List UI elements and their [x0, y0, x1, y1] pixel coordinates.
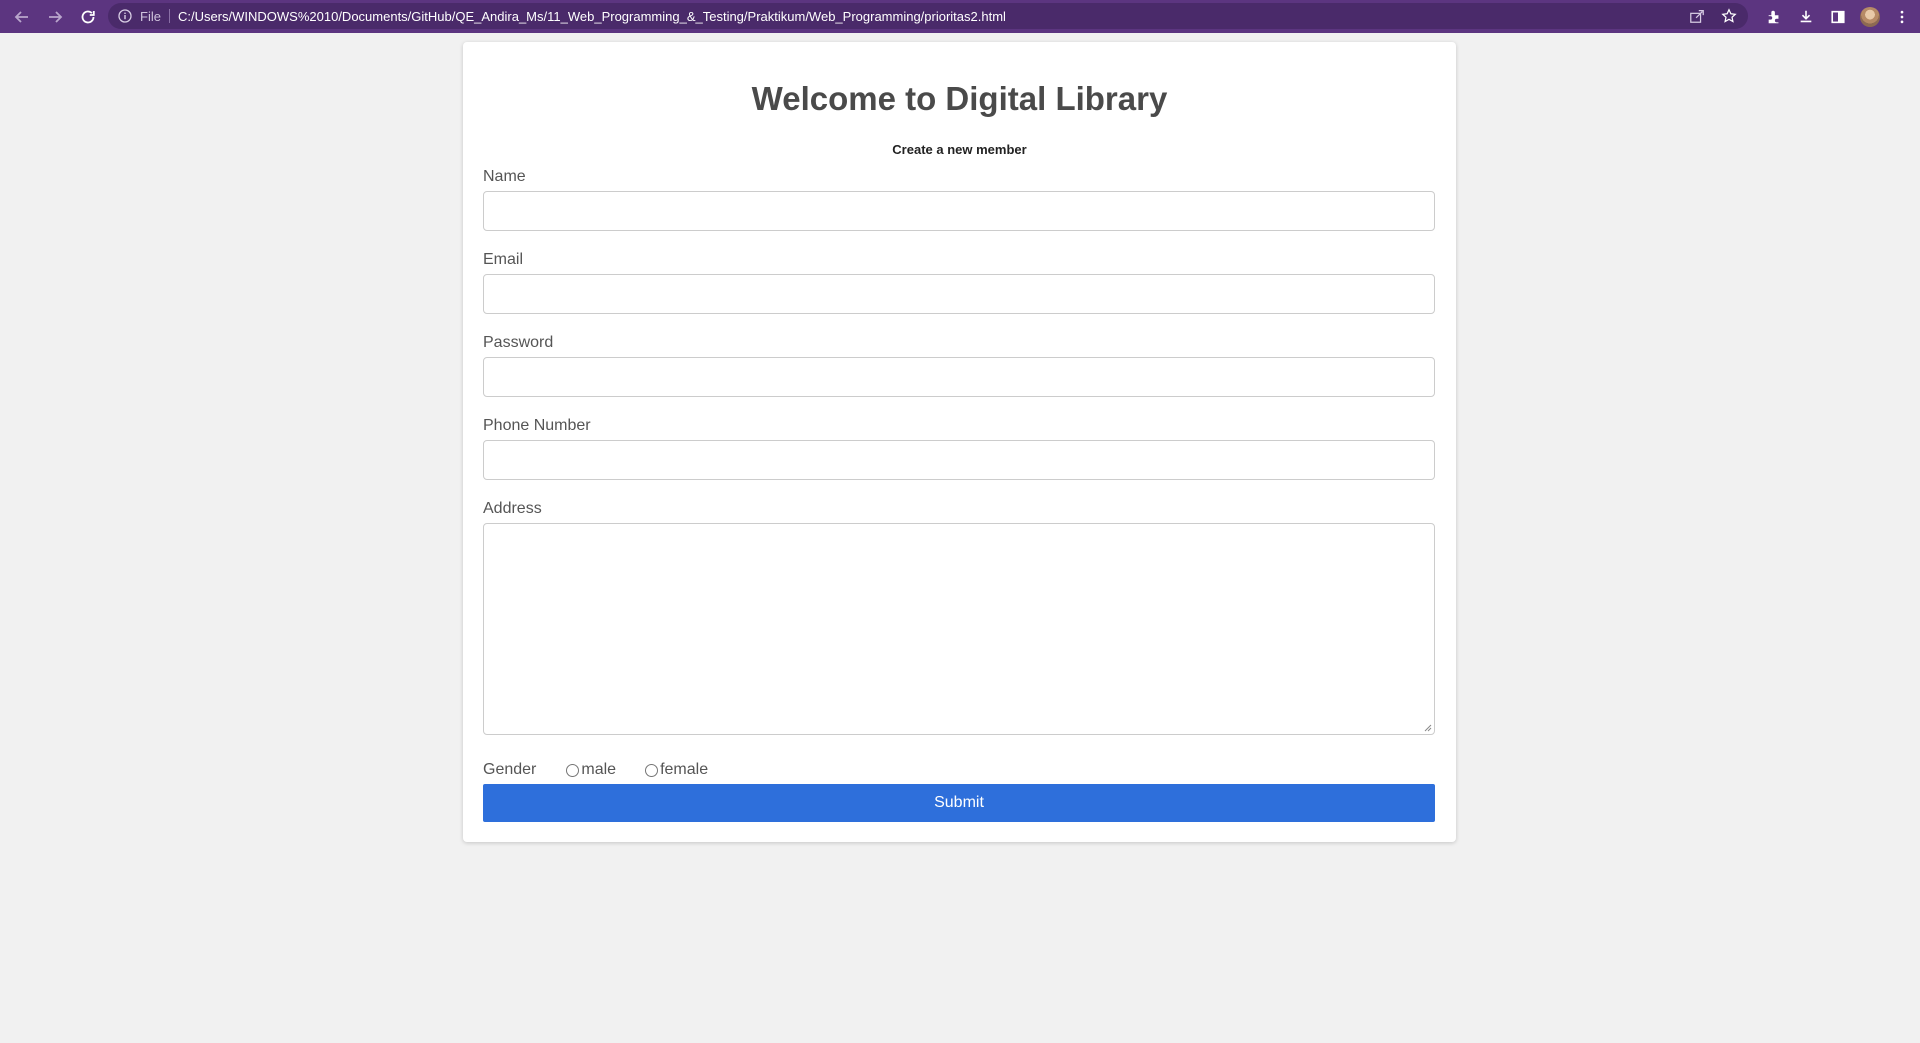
- gender-group: Gender male female: [483, 760, 708, 780]
- email-label: Email: [483, 251, 524, 268]
- gender-option-label: female: [660, 761, 709, 778]
- address-textarea[interactable]: [483, 523, 1435, 735]
- member-form-card: Welcome to Digital Library Create a new …: [463, 42, 1456, 842]
- name-input[interactable]: [483, 191, 1435, 231]
- password-input[interactable]: [483, 357, 1435, 397]
- extensions-icon[interactable]: [1764, 7, 1784, 27]
- password-label: Password: [483, 334, 554, 351]
- gender-option-female[interactable]: female: [645, 761, 708, 779]
- radio-male[interactable]: [566, 763, 580, 777]
- info-icon[interactable]: [118, 9, 132, 23]
- back-icon[interactable]: [10, 5, 34, 29]
- download-icon[interactable]: [1796, 7, 1816, 27]
- browser-toolbar: File C:/Users/WINDOWS%2010/Documents/Git…: [0, 0, 1920, 33]
- gender-option-label: male: [581, 761, 617, 778]
- address-label: Address: [483, 500, 542, 517]
- url-separator: [168, 9, 170, 23]
- phone-input[interactable]: [483, 440, 1435, 480]
- avatar[interactable]: [1860, 6, 1880, 27]
- resize-grip-icon[interactable]: [1424, 724, 1432, 732]
- side-panel-icon[interactable]: [1828, 7, 1848, 27]
- reload-icon[interactable]: [76, 5, 100, 29]
- page-title: Welcome to Digital Library: [751, 80, 1168, 117]
- name-label: Name: [483, 168, 526, 185]
- star-icon[interactable]: [1720, 7, 1738, 25]
- share-icon[interactable]: [1688, 7, 1706, 25]
- gender-label: Gender: [483, 761, 537, 778]
- forward-icon[interactable]: [43, 5, 67, 29]
- phone-label: Phone Number: [483, 417, 591, 434]
- email-input[interactable]: [483, 274, 1435, 314]
- menu-icon[interactable]: [1892, 7, 1912, 27]
- radio-female[interactable]: [645, 763, 659, 777]
- url-scheme-label: File: [140, 8, 161, 24]
- url-text[interactable]: C:/Users/WINDOWS%2010/Documents/GitHub/Q…: [178, 9, 1006, 24]
- form-subtitle: Create a new member: [892, 142, 1027, 157]
- submit-button[interactable]: Submit: [483, 784, 1435, 822]
- address-bar[interactable]: File C:/Users/WINDOWS%2010/Documents/Git…: [108, 3, 1748, 29]
- gender-option-male[interactable]: male: [566, 761, 616, 779]
